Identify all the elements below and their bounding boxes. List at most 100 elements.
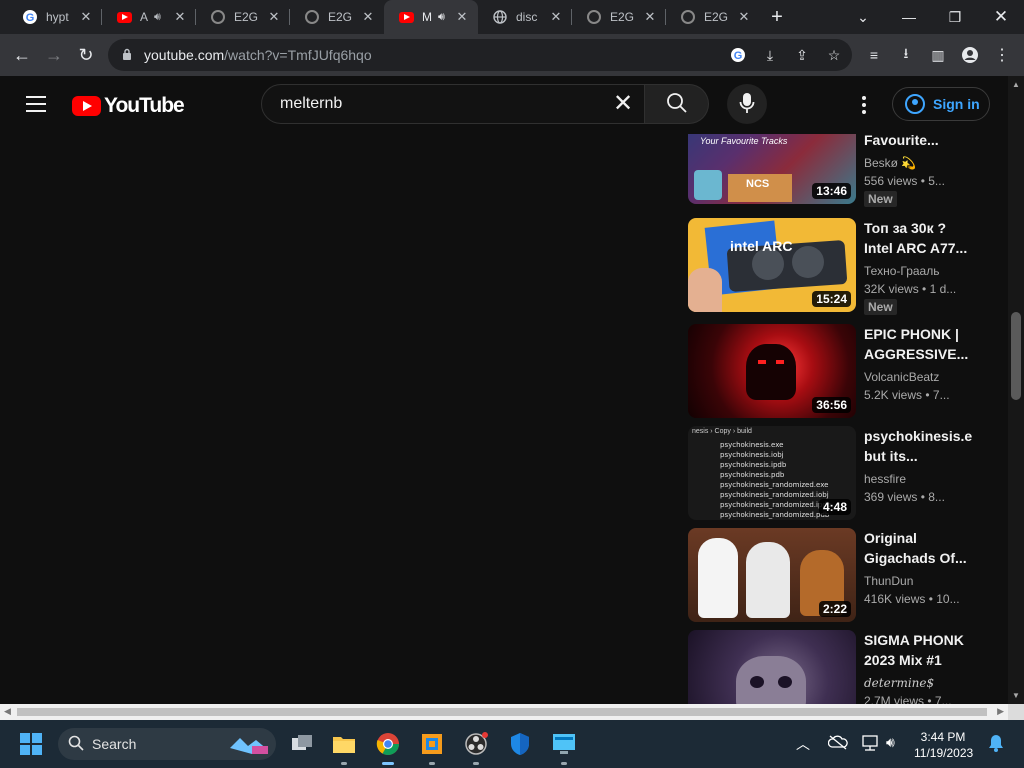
show-hidden-icons-chevron[interactable]: ︿ — [796, 734, 810, 754]
scrollbar-corner — [1008, 704, 1024, 720]
speaker-icon[interactable]: 🔊︎ — [154, 11, 161, 24]
github-icon — [304, 9, 320, 25]
channel-name[interactable]: determine$ — [864, 674, 976, 692]
video-title[interactable]: Топ за 30к ? Intel ARC A77... — [864, 218, 976, 258]
browser-tab[interactable]: E2G ✕ — [666, 0, 760, 34]
profile-icon[interactable] — [958, 43, 982, 67]
windows-security-icon[interactable] — [504, 728, 536, 760]
scrollbar-thumb[interactable] — [17, 708, 987, 716]
monitor-app-icon[interactable] — [548, 728, 580, 765]
scroll-left-arrow-icon[interactable]: ◀ — [4, 706, 11, 717]
channel-name[interactable]: ThunDun — [864, 572, 976, 590]
video-thumbnail[interactable]: Your Favourite Tracks NCS 13:46 — [688, 134, 856, 204]
restore-button[interactable]: ❐ — [932, 0, 978, 34]
video-thumbnail[interactable]: 2:22 — [688, 528, 856, 622]
related-video-item[interactable]: intel ARC 15:24 Топ за 30к ? Intel ARC A… — [688, 218, 988, 315]
channel-name[interactable]: Beskø 💫 — [864, 154, 976, 172]
video-title[interactable]: EPIC PHONK | AGGRESSIVE... — [864, 324, 976, 364]
close-tab-icon[interactable]: ✕ — [358, 9, 378, 25]
video-thumbnail[interactable]: 36:56 — [688, 324, 856, 418]
channel-name[interactable]: Техно-Грааль — [864, 262, 976, 280]
related-video-item[interactable]: 2:22 Original Gigachads Of... ThunDun 41… — [688, 528, 988, 624]
search-icon — [68, 735, 84, 754]
tab-search-chevron-icon[interactable]: ⌄ — [840, 0, 886, 34]
scrollbar-thumb[interactable] — [1011, 312, 1021, 400]
voice-search-button[interactable] — [727, 84, 767, 124]
forward-button[interactable]: → — [40, 41, 68, 69]
channel-name[interactable]: hessfire — [864, 470, 976, 488]
volume-icon[interactable]: 🔊︎ — [886, 734, 895, 751]
close-tab-icon[interactable]: ✕ — [734, 9, 754, 25]
task-view-icon[interactable] — [286, 728, 318, 760]
close-tab-icon[interactable]: ✕ — [264, 9, 284, 25]
video-title[interactable]: SIGMA PHONK 2023 Mix #1 — [864, 630, 976, 670]
lock-icon[interactable] — [122, 48, 136, 63]
google-lens-icon[interactable]: G — [726, 43, 750, 67]
youtube-logo[interactable]: YouTube — [72, 94, 185, 118]
search-input[interactable] — [278, 94, 602, 114]
video-title[interactable]: psychokinesis.e but its... — [864, 426, 976, 466]
taskbar-clock[interactable]: 3:44 PM 11/19/2023 — [914, 729, 974, 761]
media-playlist-icon[interactable]: ≡ — [862, 43, 886, 67]
video-stats: 32K views • 1 d... — [864, 282, 957, 296]
speaker-icon[interactable]: 🔊︎ — [438, 11, 445, 24]
video-title[interactable]: Favourite... — [864, 134, 976, 150]
clock-date: 11/19/2023 — [914, 746, 974, 760]
scroll-up-arrow-icon[interactable]: ▲ — [1012, 80, 1020, 89]
clear-search-icon[interactable]: ✕ — [610, 91, 636, 117]
browser-tab[interactable]: E2G ✕ — [572, 0, 666, 34]
obs-icon[interactable] — [460, 728, 492, 765]
video-duration: 36:56 — [812, 397, 851, 413]
download-icon[interactable]: ⭳ — [894, 43, 918, 67]
settings-more-icon[interactable] — [856, 96, 872, 114]
windows-start-icon[interactable] — [20, 733, 42, 755]
close-window-button[interactable]: ✕ — [978, 0, 1024, 34]
chrome-icon[interactable] — [372, 728, 404, 765]
video-thumbnail[interactable]: intel ARC 15:24 — [688, 218, 856, 312]
reload-button[interactable]: ↻ — [72, 41, 100, 69]
browser-tab[interactable]: A 🔊︎ ✕ — [102, 0, 196, 34]
browser-tab-active[interactable]: M 🔊︎ ✕ — [384, 0, 478, 34]
svg-text:G: G — [26, 12, 35, 24]
back-button[interactable]: ← — [8, 41, 36, 69]
search-button[interactable] — [645, 84, 709, 124]
related-video-item[interactable]: SIGMA PHONK 2023 Mix #1 determine$ 2.7M … — [688, 630, 988, 704]
chrome-menu-icon[interactable]: ⋮ — [990, 43, 1014, 67]
new-tab-button[interactable]: + — [762, 0, 792, 34]
tab-title: E2G — [704, 10, 729, 24]
related-video-item[interactable]: Your Favourite Tracks NCS 13:46 Favourit… — [688, 134, 988, 207]
horizontal-scrollbar[interactable]: ◀ ▶ — [0, 704, 1008, 720]
video-thumbnail[interactable] — [688, 630, 856, 704]
sign-in-button[interactable]: Sign in — [892, 87, 990, 121]
scroll-down-arrow-icon[interactable]: ▼ — [1012, 691, 1020, 700]
bookmark-star-icon[interactable]: ☆ — [822, 43, 846, 67]
scroll-right-arrow-icon[interactable]: ▶ — [997, 706, 1004, 717]
network-icon[interactable] — [860, 734, 880, 755]
notification-bell-icon[interactable] — [988, 734, 1004, 755]
hamburger-menu-icon[interactable] — [26, 96, 46, 112]
close-tab-icon[interactable]: ✕ — [170, 9, 190, 25]
close-tab-icon[interactable]: ✕ — [640, 9, 660, 25]
related-video-item[interactable]: nesis › Copy › build psychokinesis.exe p… — [688, 426, 988, 522]
file-explorer-icon[interactable] — [328, 728, 360, 765]
install-app-icon[interactable]: ⤓ — [758, 43, 782, 67]
video-thumbnail[interactable]: nesis › Copy › build psychokinesis.exe p… — [688, 426, 856, 520]
onedrive-offline-icon[interactable] — [827, 734, 848, 753]
close-tab-icon[interactable]: ✕ — [76, 9, 96, 25]
related-video-item[interactable]: 36:56 EPIC PHONK | AGGRESSIVE... Volcani… — [688, 324, 988, 420]
minimize-button[interactable]: — — [886, 0, 932, 34]
browser-tab[interactable]: E2G ✕ — [290, 0, 384, 34]
browser-tab[interactable]: disc ✕ — [478, 0, 572, 34]
taskbar-search[interactable]: Search — [58, 728, 276, 760]
browser-tab[interactable]: G hypt ✕ — [8, 0, 102, 34]
channel-name[interactable]: VolcanicBeatz — [864, 368, 976, 386]
remote-app-icon[interactable] — [416, 728, 448, 765]
close-tab-icon[interactable]: ✕ — [546, 9, 566, 25]
side-panel-icon[interactable]: ▥ — [926, 43, 950, 67]
share-icon[interactable]: ⇪ — [790, 43, 814, 67]
vertical-scrollbar[interactable]: ▲ ▼ — [1008, 76, 1024, 704]
video-title[interactable]: Original Gigachads Of... — [864, 528, 976, 568]
browser-tab[interactable]: E2G ✕ — [196, 0, 290, 34]
close-tab-icon[interactable]: ✕ — [452, 9, 472, 25]
youtube-icon — [116, 9, 132, 25]
